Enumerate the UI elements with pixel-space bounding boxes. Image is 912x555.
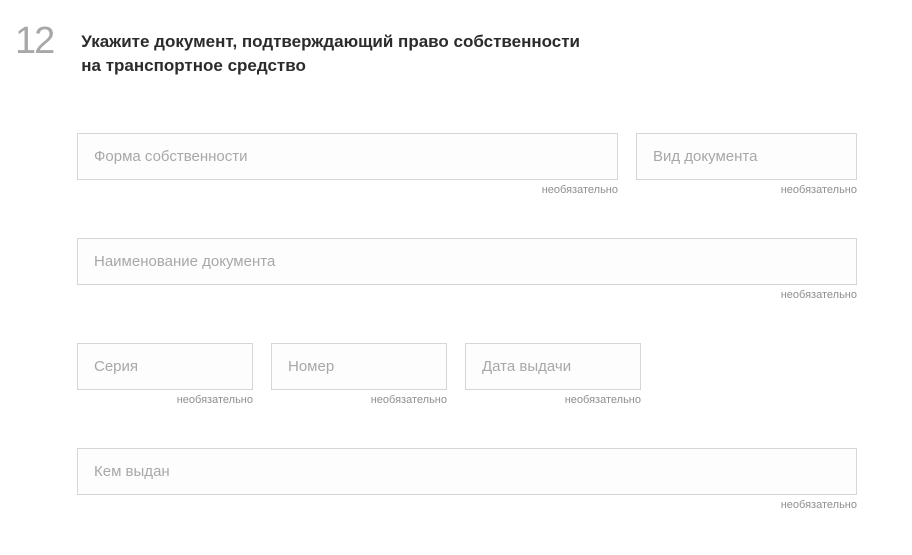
row-series-number-date: необязательно необязательно необязательн… (77, 343, 857, 406)
step-number: 12 (15, 22, 53, 60)
doc-type-input[interactable] (636, 133, 857, 180)
field-group-series: необязательно (77, 343, 253, 406)
issued-by-input[interactable] (77, 448, 857, 495)
number-input[interactable] (271, 343, 447, 390)
form-area: необязательно необязательно необязательн… (77, 133, 857, 511)
field-group-issue-date: необязательно (465, 343, 641, 406)
series-hint: необязательно (77, 394, 253, 406)
row-issued-by: необязательно (77, 448, 857, 511)
ownership-form-input[interactable] (77, 133, 618, 180)
issued-by-hint: необязательно (77, 499, 857, 511)
series-input[interactable] (77, 343, 253, 390)
field-group-doc-type: необязательно (636, 133, 857, 196)
title-line-2: на транспортное средство (81, 56, 306, 75)
field-group-number: необязательно (271, 343, 447, 406)
doc-name-input[interactable] (77, 238, 857, 285)
title-line-1: Укажите документ, подтверждающий право с… (81, 32, 580, 51)
field-group-issued-by: необязательно (77, 448, 857, 511)
ownership-form-hint: необязательно (77, 184, 618, 196)
issue-date-input[interactable] (465, 343, 641, 390)
row-ownership-type: необязательно необязательно (77, 133, 857, 196)
row-doc-name: необязательно (77, 238, 857, 301)
section-title: Укажите документ, подтверждающий право с… (81, 30, 580, 78)
doc-name-hint: необязательно (77, 289, 857, 301)
section-header: 12 Укажите документ, подтверждающий прав… (15, 30, 857, 78)
field-group-doc-name: необязательно (77, 238, 857, 301)
issue-date-hint: необязательно (465, 394, 641, 406)
field-group-ownership-form: необязательно (77, 133, 618, 196)
number-hint: необязательно (271, 394, 447, 406)
doc-type-hint: необязательно (636, 184, 857, 196)
